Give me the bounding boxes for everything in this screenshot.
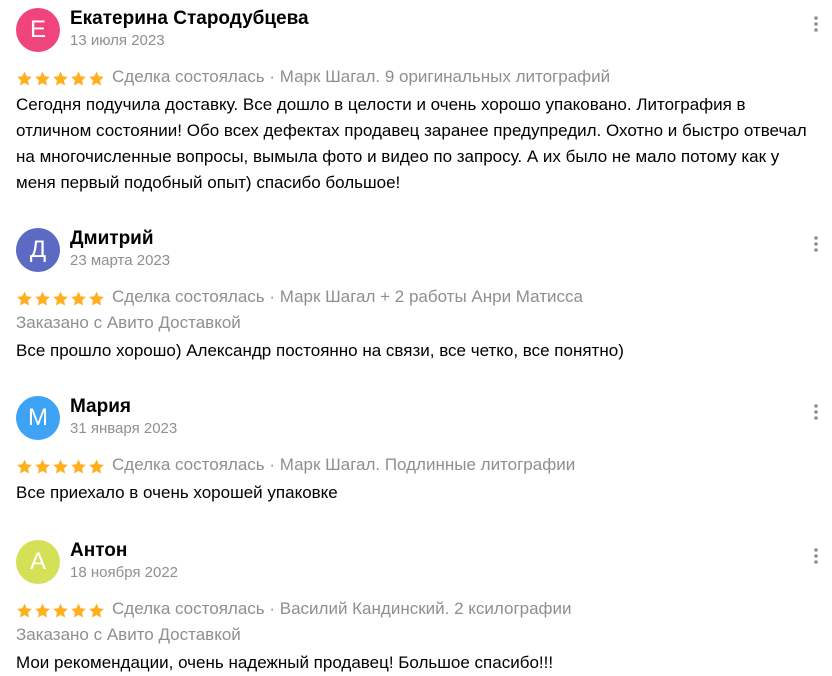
avatar[interactable]: М	[16, 396, 60, 440]
reviewer-name[interactable]: Дмитрий	[70, 228, 154, 250]
review-date: 23 марта 2023	[70, 252, 171, 269]
star-icon	[89, 71, 104, 86]
review-date: 18 ноября 2022	[70, 564, 179, 581]
delivery-info: Заказано с Авито Доставкой	[16, 313, 241, 332]
star-icon	[53, 459, 68, 474]
star-icon	[89, 291, 104, 306]
review-meta: Сделка состоялась · Марк Шагал. 9 оригин…	[16, 64, 824, 90]
review-header: М Мария 31 января 2023	[16, 396, 824, 444]
reviewer-name[interactable]: Екатерина Стародубцева	[70, 8, 309, 30]
more-options-icon[interactable]	[808, 548, 824, 576]
review-header: Е Екатерина Стародубцева 13 июля 2023	[16, 8, 824, 56]
rating-stars	[16, 597, 106, 623]
star-icon	[35, 71, 50, 86]
star-icon	[71, 71, 86, 86]
star-icon	[53, 71, 68, 86]
star-icon	[17, 459, 32, 474]
review-text: Сегодня подучила доставку. Все дошло в ц…	[16, 95, 807, 192]
deal-info: Сделка состоялась · Марк Шагал. 9 оригин…	[112, 67, 611, 86]
review-meta: Сделка состоялась · Марк Шагал. Подлинны…	[16, 452, 824, 478]
star-icon	[35, 603, 50, 618]
reviewer-name[interactable]: Антон	[70, 540, 127, 562]
avatar[interactable]: А	[16, 540, 60, 584]
review-text: Все приехало в очень хорошей упаковке	[16, 483, 338, 502]
star-icon	[71, 459, 86, 474]
star-icon	[35, 459, 50, 474]
review-card: А Антон 18 ноября 2022 Сделка состоялась…	[16, 540, 824, 676]
review-meta: Сделка состоялась · Марк Шагал + 2 работ…	[16, 284, 824, 310]
star-icon	[17, 603, 32, 618]
avatar[interactable]: Е	[16, 8, 60, 52]
avatar[interactable]: Д	[16, 228, 60, 272]
review-card: Е Екатерина Стародубцева 13 июля 2023 Сд…	[16, 8, 824, 196]
star-icon	[71, 603, 86, 618]
review-date: 13 июля 2023	[70, 32, 165, 49]
more-options-icon[interactable]	[808, 16, 824, 44]
star-icon	[89, 459, 104, 474]
more-options-icon[interactable]	[808, 404, 824, 432]
star-icon	[35, 291, 50, 306]
review-header: А Антон 18 ноября 2022	[16, 540, 824, 588]
deal-info: Сделка состоялась · Василий Кандинский. …	[112, 599, 572, 618]
review-header: Д Дмитрий 23 марта 2023	[16, 228, 824, 276]
star-icon	[53, 603, 68, 618]
star-icon	[17, 71, 32, 86]
star-icon	[71, 291, 86, 306]
review-card: М Мария 31 января 2023 Сделка состоялась…	[16, 396, 824, 506]
review-text: Мои рекомендации, очень надежный продаве…	[16, 653, 554, 672]
rating-stars	[16, 453, 106, 479]
delivery-info: Заказано с Авито Доставкой	[16, 625, 241, 644]
review-card: Д Дмитрий 23 марта 2023 Сделка состоялас…	[16, 228, 824, 364]
more-options-icon[interactable]	[808, 236, 824, 264]
rating-stars	[16, 65, 106, 91]
star-icon	[17, 291, 32, 306]
review-meta: Сделка состоялась · Василий Кандинский. …	[16, 596, 824, 622]
star-icon	[53, 291, 68, 306]
deal-info: Сделка состоялась · Марк Шагал. Подлинны…	[112, 455, 576, 474]
reviewer-name[interactable]: Мария	[70, 396, 131, 418]
deal-info: Сделка состоялась · Марк Шагал + 2 работ…	[112, 287, 583, 306]
star-icon	[89, 603, 104, 618]
rating-stars	[16, 285, 106, 311]
review-date: 31 января 2023	[70, 420, 178, 437]
review-text: Все прошло хорошо) Александр постоянно н…	[16, 341, 624, 360]
